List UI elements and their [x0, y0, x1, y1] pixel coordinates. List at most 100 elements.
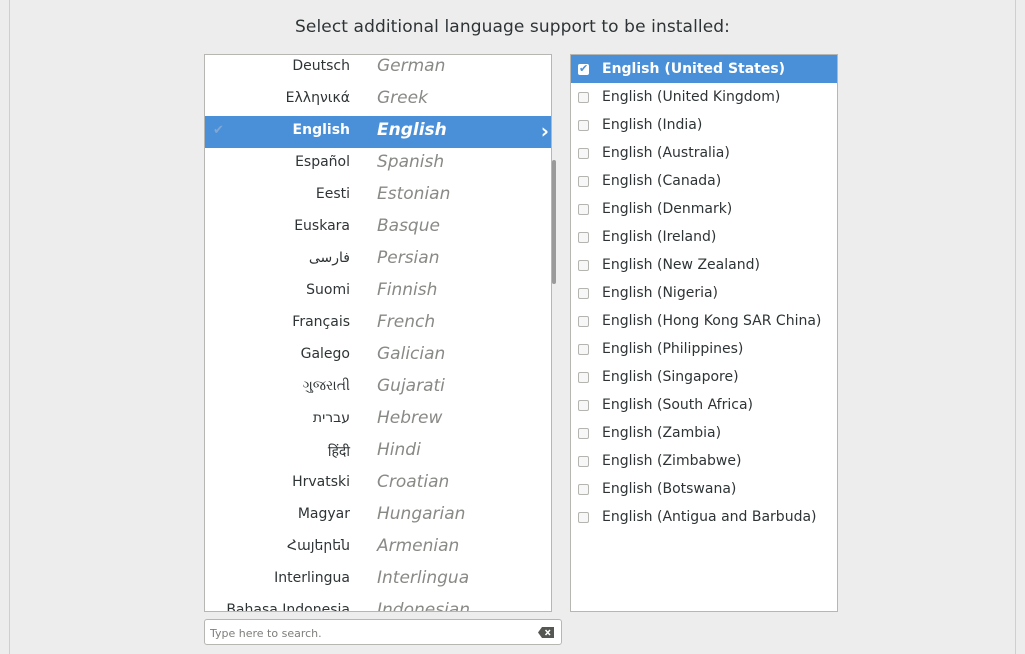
language-item[interactable]: Hrvatski Croatian — [205, 468, 551, 500]
locale-item[interactable]: ✔ English (United States) — [571, 55, 837, 83]
locale-label: English (Zambia) — [602, 425, 722, 441]
locale-label: English (Philippines) — [602, 341, 744, 357]
locale-checkbox[interactable] — [578, 372, 589, 383]
locale-checkbox[interactable] — [578, 176, 589, 187]
language-native-name: Ελληνικά — [285, 90, 350, 106]
language-english-name: Greek — [377, 88, 428, 108]
locale-item[interactable]: English (Hong Kong SAR China) — [571, 307, 837, 335]
language-item[interactable]: עברית Hebrew — [205, 404, 551, 436]
language-native-name: Euskara — [294, 218, 350, 234]
language-item[interactable]: हिंदी Hindi — [205, 436, 551, 468]
window-border-right — [1015, 0, 1016, 654]
language-native-name: Bahasa Indonesia — [226, 602, 350, 612]
language-english-name: Hindi — [377, 440, 421, 460]
locale-list[interactable]: ✔ English (United States) English (United … — [570, 54, 838, 612]
language-item[interactable]: Հայերեն Armenian — [205, 532, 551, 564]
locale-item[interactable]: English (Antigua and Barbuda) — [571, 503, 837, 531]
language-native-name: हिंदी — [327, 444, 350, 460]
locale-checkbox[interactable] — [578, 148, 589, 159]
language-english-name: Persian — [377, 248, 440, 268]
locale-checkbox[interactable] — [578, 288, 589, 299]
language-english-name: Armenian — [377, 536, 460, 556]
language-native-name: Français — [292, 314, 350, 330]
locale-item[interactable]: English (South Africa) — [571, 391, 837, 419]
language-item[interactable]: Español Spanish — [205, 148, 551, 180]
language-item[interactable]: Euskara Basque — [205, 212, 551, 244]
locale-checkbox[interactable] — [578, 92, 589, 103]
search-input[interactable] — [210, 624, 510, 642]
language-item[interactable]: Français French — [205, 308, 551, 340]
search-box[interactable] — [204, 619, 562, 645]
language-item[interactable]: Bahasa Indonesia Indonesian — [205, 596, 551, 612]
locale-checkbox[interactable]: ✔ — [578, 62, 589, 75]
language-english-name: French — [377, 312, 436, 332]
locale-label: English (India) — [602, 117, 703, 133]
locale-item[interactable]: English (Botswana) — [571, 475, 837, 503]
language-english-name: Basque — [377, 216, 440, 236]
locale-checkbox[interactable] — [578, 484, 589, 495]
language-item[interactable]: Interlingua Interlingua — [205, 564, 551, 596]
locale-checkbox[interactable] — [578, 120, 589, 131]
chevron-right-icon: › — [540, 119, 549, 143]
language-native-name: Interlingua — [274, 570, 350, 586]
language-item[interactable]: ગુજરાતી Gujarati — [205, 372, 551, 404]
language-english-name: German — [377, 56, 446, 76]
language-item[interactable]: Magyar Hungarian — [205, 500, 551, 532]
locale-item[interactable]: English (United Kingdom) — [571, 83, 837, 111]
locale-checkbox[interactable] — [578, 512, 589, 523]
language-native-name: עברית — [312, 410, 350, 426]
language-native-name: Español — [295, 154, 350, 170]
language-native-name: Eesti — [315, 186, 350, 202]
language-item[interactable]: Galego Galician — [205, 340, 551, 372]
locale-item[interactable]: English (Nigeria) — [571, 279, 837, 307]
locale-checkbox[interactable] — [578, 456, 589, 467]
locale-label: English (Zimbabwe) — [602, 453, 742, 469]
locale-item[interactable]: English (New Zealand) — [571, 251, 837, 279]
checkmark-icon: ✔ — [579, 62, 589, 75]
language-native-name: English — [292, 122, 350, 138]
language-item[interactable]: فارسی Persian — [205, 244, 551, 276]
locale-item[interactable]: English (Philippines) — [571, 335, 837, 363]
language-item[interactable]: Suomi Finnish — [205, 276, 551, 308]
locale-item[interactable]: English (Australia) — [571, 139, 837, 167]
language-item[interactable]: Ελληνικά Greek — [205, 84, 551, 116]
language-item[interactable]: Deutsch German — [205, 55, 551, 84]
locale-item[interactable]: English (Zimbabwe) — [571, 447, 837, 475]
locale-item[interactable]: English (Canada) — [571, 167, 837, 195]
language-native-name: Magyar — [297, 506, 350, 522]
locale-checkbox[interactable] — [578, 344, 589, 355]
locale-label: English (Botswana) — [602, 481, 737, 497]
locale-label: English (United Kingdom) — [602, 89, 781, 105]
page-title: Select additional language support to be… — [295, 17, 730, 37]
window-border-left — [9, 0, 10, 654]
language-native-name: فارسی — [308, 250, 350, 266]
locale-checkbox[interactable] — [578, 400, 589, 411]
language-english-name: Interlingua — [377, 568, 470, 588]
locale-checkbox[interactable] — [578, 232, 589, 243]
locale-label: English (Ireland) — [602, 229, 717, 245]
language-english-name: Croatian — [377, 472, 450, 492]
language-english-name: Gujarati — [377, 376, 445, 396]
language-list-scrollbar[interactable] — [552, 160, 556, 284]
language-english-name: Spanish — [377, 152, 445, 172]
locale-checkbox[interactable] — [578, 204, 589, 215]
backspace-icon[interactable] — [538, 627, 554, 638]
locale-item[interactable]: English (Denmark) — [571, 195, 837, 223]
locale-item[interactable]: English (Zambia) — [571, 419, 837, 447]
locale-item[interactable]: English (Singapore) — [571, 363, 837, 391]
locale-item[interactable]: English (Ireland) — [571, 223, 837, 251]
language-list[interactable]: Deutsch German Ελληνικά Greek ✔ › English Engli… — [204, 54, 552, 612]
locale-label: English (South Africa) — [602, 397, 753, 413]
language-item[interactable]: Eesti Estonian — [205, 180, 551, 212]
language-item[interactable]: ✔ › English English — [205, 116, 551, 148]
locale-item[interactable]: English (India) — [571, 111, 837, 139]
language-native-name: Deutsch — [292, 58, 350, 74]
language-english-name: Hungarian — [377, 504, 466, 524]
locale-label: English (Denmark) — [602, 201, 733, 217]
check-icon: ✔ — [213, 123, 224, 138]
locale-checkbox[interactable] — [578, 260, 589, 271]
language-native-name: ગુજરાતી — [302, 378, 350, 394]
locale-checkbox[interactable] — [578, 316, 589, 327]
locale-checkbox[interactable] — [578, 428, 589, 439]
language-english-name: Estonian — [377, 184, 451, 204]
